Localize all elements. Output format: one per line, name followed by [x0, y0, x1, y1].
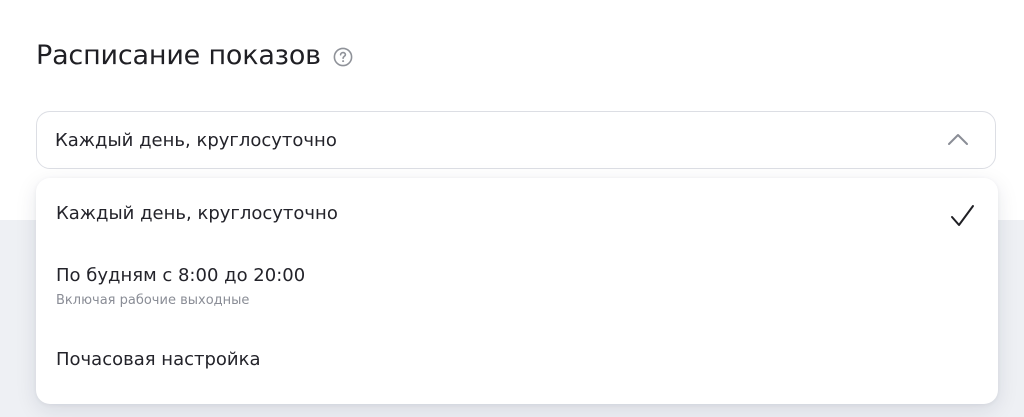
schedule-select-value: Каждый день, круглосуточно [55, 129, 337, 151]
check-icon [948, 202, 976, 230]
schedule-select[interactable]: Каждый день, круглосуточно [36, 111, 996, 169]
menu-item-sublabel: Включая рабочие выходные [56, 293, 250, 308]
menu-item-label: Почасовая настройка [56, 349, 261, 370]
menu-item-label: Каждый день, круглосуточно [56, 203, 338, 224]
question-circle-icon[interactable] [333, 47, 353, 67]
menu-item-hourly-setup[interactable]: Почасовая настройка [36, 348, 998, 380]
menu-item-weekdays[interactable]: По будням с 8:00 до 20:00 Включая рабочи… [36, 264, 998, 320]
page-title: Расписание показов [36, 40, 321, 71]
schedule-dropdown-menu: Каждый день, круглосуточно По будням с 8… [36, 178, 998, 404]
menu-item-every-day[interactable]: Каждый день, круглосуточно [36, 202, 998, 238]
chevron-up-icon[interactable] [945, 127, 971, 153]
menu-item-label: По будням с 8:00 до 20:00 [56, 265, 306, 286]
section-header: Расписание показов [36, 36, 353, 76]
